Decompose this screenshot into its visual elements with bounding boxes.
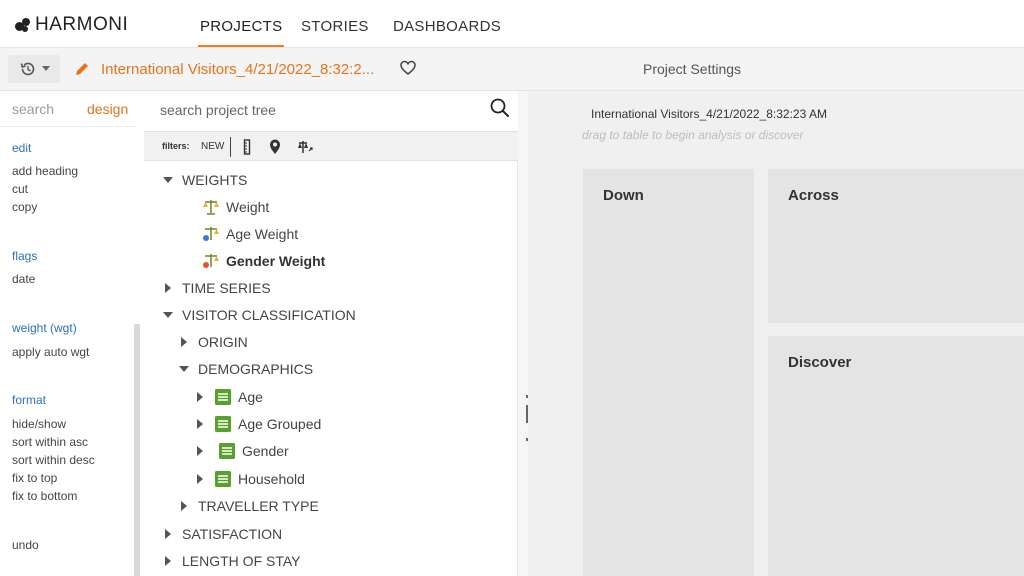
nav-tab-stories[interactable]: STORIES — [301, 18, 369, 35]
caret-right-icon[interactable] — [178, 336, 190, 348]
nav-tab-dashboards[interactable]: DASHBOARDS — [393, 18, 501, 35]
down-drop-zone[interactable]: Down — [583, 169, 754, 576]
action-apply-auto-wgt[interactable]: apply auto wgt — [12, 345, 89, 359]
tree-folder-time-series[interactable]: TIME SERIES — [162, 276, 271, 300]
discover-label: Discover — [788, 354, 852, 371]
tree-folder-weights[interactable]: WEIGHTS — [162, 168, 247, 192]
caret-right-icon[interactable] — [162, 555, 174, 567]
weight-filter-icon[interactable] — [297, 139, 313, 155]
action-fix-to-top[interactable]: fix to top — [12, 471, 57, 485]
caret-down-icon[interactable] — [162, 309, 174, 321]
down-label: Down — [603, 187, 644, 204]
left-panel-tabs: search design — [0, 91, 136, 127]
analysis-pane: International Visitors_4/21/2022_8:32:23… — [528, 91, 1024, 576]
caret-right-icon[interactable] — [162, 282, 174, 294]
across-label: Across — [788, 187, 839, 204]
project-toolbar: International Visitors_4/21/2022_8:32:2.… — [0, 48, 1024, 91]
variable-list-icon — [219, 443, 235, 459]
history-button[interactable] — [8, 55, 60, 83]
ruler-filter-icon[interactable] — [243, 139, 251, 155]
filter-new[interactable]: NEW — [201, 141, 224, 152]
search-icon[interactable] — [490, 98, 510, 118]
action-add-heading[interactable]: add heading — [12, 164, 78, 178]
filters-bar: filters: NEW — [144, 131, 518, 161]
tree-variable-age[interactable]: Age — [194, 385, 263, 409]
scale-icon — [203, 200, 219, 215]
tree-item-weight[interactable]: Weight — [202, 195, 269, 219]
filters-label: filters: — [162, 141, 190, 151]
chevron-down-icon — [41, 66, 50, 71]
section-format: format — [12, 393, 47, 407]
section-flags: flags — [12, 249, 38, 263]
tab-design[interactable]: design — [87, 101, 128, 117]
design-actions: edit add heading cut copy flags date wei… — [0, 127, 136, 576]
variable-list-icon — [215, 416, 231, 432]
scale-icon — [203, 227, 219, 241]
project-tree: WEIGHTS Weight Age Weight Gender Weight … — [144, 161, 518, 576]
tab-search[interactable]: search — [12, 101, 54, 117]
variable-list-icon — [215, 471, 231, 487]
project-settings-label: Project Settings — [643, 61, 742, 77]
tree-variable-gender[interactable]: Gender — [194, 439, 289, 463]
left-scrollbar[interactable] — [134, 324, 140, 576]
caret-right-icon[interactable] — [194, 445, 206, 457]
action-copy[interactable]: copy — [12, 200, 37, 214]
tree-item-age-weight[interactable]: Age Weight — [202, 222, 298, 246]
variable-list-icon — [215, 389, 231, 405]
action-undo[interactable]: undo — [12, 538, 39, 552]
top-nav: HARMONI PROJECTS STORIES DASHBOARDS — [0, 0, 1024, 48]
tree-variable-age-grouped[interactable]: Age Grouped — [194, 412, 321, 436]
caret-down-icon[interactable] — [178, 363, 190, 375]
tree-folder-visitor-classification[interactable]: VISITOR CLASSIFICATION — [162, 303, 356, 327]
tree-search-bar — [136, 91, 518, 129]
left-panel: search design edit add heading cut copy … — [0, 91, 136, 576]
edit-pencil-icon[interactable] — [74, 61, 90, 77]
analysis-title: International Visitors_4/21/2022_8:32:23… — [591, 107, 827, 121]
caret-right-icon[interactable] — [194, 418, 206, 430]
logo-text: HARMONI — [35, 14, 129, 35]
filters-divider — [230, 137, 231, 157]
action-hide-show[interactable]: hide/show — [12, 417, 66, 431]
action-fix-to-bottom[interactable]: fix to bottom — [12, 489, 77, 503]
tree-item-gender-weight[interactable]: Gender Weight — [202, 249, 325, 273]
caret-right-icon[interactable] — [194, 391, 206, 403]
tree-folder-length-of-stay[interactable]: LENGTH OF STAY — [162, 549, 301, 573]
tree-variable-household[interactable]: Household — [194, 467, 305, 491]
action-sort-desc[interactable]: sort within desc — [12, 453, 95, 467]
nav-tab-projects[interactable]: PROJECTS — [197, 18, 285, 47]
tree-search-input[interactable] — [160, 99, 480, 121]
logo-icon — [14, 16, 32, 34]
app-logo[interactable]: HARMONI — [14, 14, 128, 36]
panel-resize-handle[interactable] — [518, 91, 528, 576]
tree-folder-demographics[interactable]: DEMOGRAPHICS — [178, 357, 313, 381]
caret-right-icon[interactable] — [162, 528, 174, 540]
history-icon — [20, 62, 34, 76]
action-cut[interactable]: cut — [12, 182, 28, 196]
scale-icon — [203, 254, 219, 268]
across-drop-zone[interactable]: Across — [768, 169, 1024, 323]
selected-highlight[interactable]: Gender — [210, 439, 289, 463]
project-title[interactable]: International Visitors_4/21/2022_8:32:2.… — [101, 61, 374, 78]
caret-right-icon[interactable] — [194, 473, 206, 485]
tree-folder-traveller-type[interactable]: TRAVELLER TYPE — [178, 494, 319, 518]
caret-down-icon[interactable] — [162, 174, 174, 186]
action-sort-asc[interactable]: sort within asc — [12, 435, 88, 449]
tree-folder-origin[interactable]: ORIGIN — [178, 330, 248, 354]
tree-folder-satisfaction[interactable]: SATISFACTION — [162, 522, 282, 546]
section-edit: edit — [12, 141, 32, 155]
section-weight: weight (wgt) — [12, 321, 77, 335]
discover-drop-zone[interactable]: Discover — [768, 336, 1024, 576]
caret-right-icon[interactable] — [178, 500, 190, 512]
location-filter-icon[interactable] — [269, 139, 281, 155]
favorite-heart-icon[interactable] — [400, 60, 416, 76]
action-date[interactable]: date — [12, 272, 35, 286]
analysis-hint: drag to table to begin analysis or disco… — [582, 128, 804, 142]
